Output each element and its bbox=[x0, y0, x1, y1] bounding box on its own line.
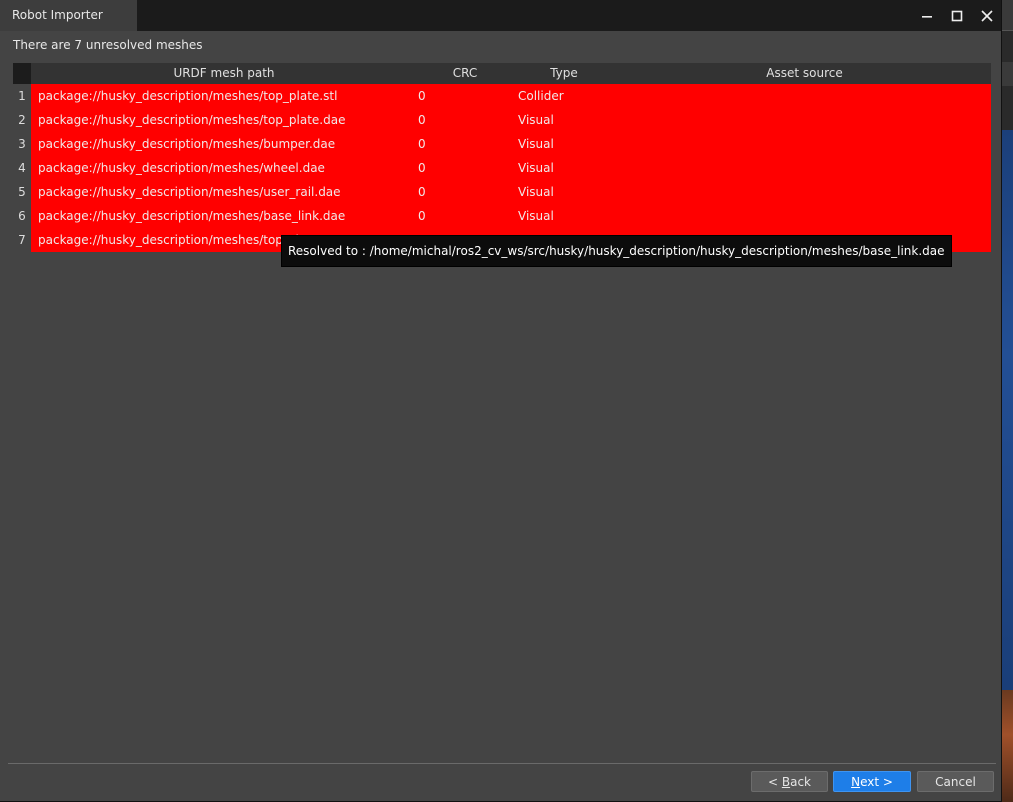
maximize-icon bbox=[951, 10, 963, 21]
wallpaper-sky bbox=[1002, 130, 1013, 690]
header-urdf-mesh-path[interactable]: URDF mesh path bbox=[31, 66, 417, 80]
row-number[interactable]: 5 bbox=[13, 180, 31, 204]
back-button-mnemonic: B bbox=[781, 775, 791, 789]
next-button-mnemonic: N bbox=[851, 775, 861, 789]
back-button[interactable]: < Back bbox=[751, 771, 828, 792]
table-header: URDF mesh path CRC Type Asset source bbox=[13, 63, 991, 84]
cell-mesh-path[interactable]: package://husky_description/meshes/bumpe… bbox=[38, 132, 335, 156]
desktop-background bbox=[1002, 0, 1013, 802]
table-row[interactable]: 1 package://husky_description/meshes/top… bbox=[13, 84, 991, 108]
title-bar[interactable]: Robot Importer bbox=[0, 0, 1001, 31]
cell-type[interactable]: Collider bbox=[518, 84, 564, 108]
row-number[interactable]: 1 bbox=[13, 84, 31, 108]
robot-importer-window: Robot Importer There are 7 unresolved me… bbox=[0, 0, 1002, 802]
maximize-button[interactable] bbox=[941, 0, 973, 31]
table-row[interactable]: 3 package://husky_description/meshes/bum… bbox=[13, 132, 991, 156]
unresolved-summary: There are 7 unresolved meshes bbox=[13, 38, 203, 52]
row-number[interactable]: 3 bbox=[13, 132, 31, 156]
row-cells[interactable]: package://husky_description/meshes/bumpe… bbox=[31, 132, 991, 156]
title-tab[interactable]: Robot Importer bbox=[0, 0, 137, 31]
table-row[interactable]: 5 package://husky_description/meshes/use… bbox=[13, 180, 991, 204]
row-number[interactable]: 6 bbox=[13, 204, 31, 228]
close-button[interactable] bbox=[971, 0, 1003, 31]
cell-type[interactable]: Visual bbox=[518, 108, 554, 132]
next-button[interactable]: Next > bbox=[833, 771, 911, 792]
resolved-path-tooltip: Resolved to : /home/michal/ros2_cv_ws/sr… bbox=[281, 235, 952, 267]
minimize-icon bbox=[922, 15, 932, 18]
cell-mesh-path[interactable]: package://husky_description/meshes/top_p… bbox=[38, 84, 337, 108]
cancel-button[interactable]: Cancel bbox=[917, 771, 994, 792]
close-icon bbox=[981, 9, 993, 22]
cell-mesh-path[interactable]: package://husky_description/meshes/base_… bbox=[38, 204, 345, 228]
row-number[interactable]: 7 bbox=[13, 228, 31, 252]
cell-mesh-path[interactable]: package://husky_description/meshes/top_c… bbox=[38, 228, 303, 252]
background-panel bbox=[1002, 0, 1013, 31]
row-cells[interactable]: package://husky_description/meshes/wheel… bbox=[31, 156, 991, 180]
header-type[interactable]: Type bbox=[524, 66, 604, 80]
cell-type[interactable]: Visual bbox=[518, 132, 554, 156]
table-row[interactable]: 2 package://husky_description/meshes/top… bbox=[13, 108, 991, 132]
row-cells[interactable]: package://husky_description/meshes/top_p… bbox=[31, 108, 991, 132]
next-button-label: ext > bbox=[860, 775, 893, 789]
table-corner[interactable] bbox=[13, 63, 31, 84]
cell-mesh-path[interactable]: package://husky_description/meshes/top_p… bbox=[38, 108, 345, 132]
minimize-button[interactable] bbox=[911, 0, 943, 31]
cell-type[interactable]: Visual bbox=[518, 156, 554, 180]
footer-divider bbox=[8, 763, 996, 764]
table-row[interactable]: 4 package://husky_description/meshes/whe… bbox=[13, 156, 991, 180]
wallpaper-rock bbox=[1002, 690, 1013, 802]
header-asset-source[interactable]: Asset source bbox=[713, 66, 896, 80]
cell-crc[interactable]: 0 bbox=[418, 204, 426, 228]
window-title: Robot Importer bbox=[12, 8, 103, 22]
row-cells[interactable]: package://husky_description/meshes/top_p… bbox=[31, 84, 991, 108]
mesh-table[interactable]: URDF mesh path CRC Type Asset source 1 p… bbox=[13, 63, 991, 252]
cell-crc[interactable]: 0 bbox=[418, 180, 426, 204]
row-cells[interactable]: package://husky_description/meshes/base_… bbox=[31, 204, 991, 228]
back-button-label: ack bbox=[790, 775, 811, 789]
background-panel bbox=[1002, 62, 1013, 86]
cell-crc[interactable]: 0 bbox=[418, 108, 426, 132]
back-button-prefix: < bbox=[767, 775, 782, 789]
cell-crc[interactable]: 0 bbox=[418, 84, 426, 108]
header-crc[interactable]: CRC bbox=[437, 66, 493, 80]
cell-type[interactable]: Visual bbox=[518, 204, 554, 228]
cell-type[interactable]: Visual bbox=[518, 180, 554, 204]
row-number[interactable]: 2 bbox=[13, 108, 31, 132]
cell-mesh-path[interactable]: package://husky_description/meshes/user_… bbox=[38, 180, 341, 204]
row-number[interactable]: 4 bbox=[13, 156, 31, 180]
cell-mesh-path[interactable]: package://husky_description/meshes/wheel… bbox=[38, 156, 325, 180]
table-row[interactable]: 6 package://husky_description/meshes/bas… bbox=[13, 204, 991, 228]
cell-crc[interactable]: 0 bbox=[418, 132, 426, 156]
cell-crc[interactable]: 0 bbox=[418, 156, 426, 180]
row-cells[interactable]: package://husky_description/meshes/user_… bbox=[31, 180, 991, 204]
